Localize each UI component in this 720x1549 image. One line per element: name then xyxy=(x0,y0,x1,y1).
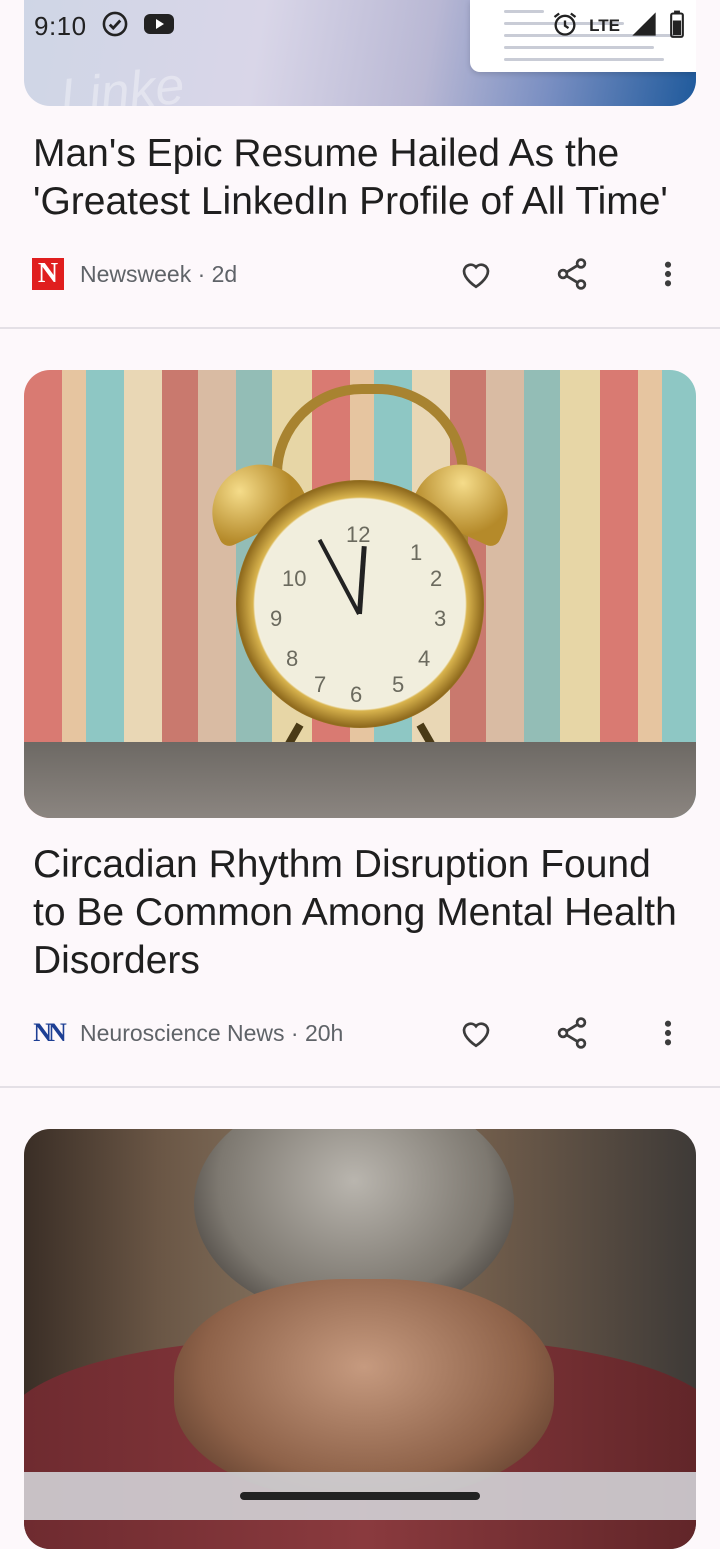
more-vert-icon[interactable] xyxy=(648,254,688,294)
divider xyxy=(0,1086,720,1088)
status-bar: 9:10 LTE xyxy=(0,0,720,52)
article-meta: NN Neuroscience News · 20h xyxy=(32,1013,688,1053)
youtube-icon xyxy=(143,12,175,41)
divider xyxy=(0,327,720,329)
alarm-icon xyxy=(551,10,579,43)
source-label[interactable]: Neuroscience News · 20h xyxy=(80,1020,343,1047)
neuroscience-news-logo: NN xyxy=(33,1018,67,1047)
signal-icon xyxy=(630,10,658,43)
linkedin-blurred-graphic: Linke xyxy=(57,56,188,106)
battery-icon xyxy=(668,10,686,43)
newsweek-logo: N xyxy=(32,258,64,290)
heart-icon[interactable] xyxy=(456,254,496,294)
home-gesture-handle[interactable] xyxy=(240,1492,480,1500)
article-headline[interactable]: Circadian Rhythm Disruption Found to Be … xyxy=(33,841,693,985)
article-meta: N Newsweek · 2d xyxy=(32,254,688,294)
more-vert-icon[interactable] xyxy=(648,1013,688,1053)
share-icon[interactable] xyxy=(552,1013,592,1053)
alarm-clock-image[interactable]: 12 1 2 3 4 5 6 7 8 9 10 xyxy=(24,370,696,818)
share-icon[interactable] xyxy=(552,254,592,294)
heart-icon[interactable] xyxy=(456,1013,496,1053)
network-type: LTE xyxy=(589,16,620,35)
article-headline[interactable]: Man's Epic Resume Hailed As the 'Greates… xyxy=(33,130,693,226)
check-circle-icon xyxy=(101,10,129,43)
source-label[interactable]: Newsweek · 2d xyxy=(80,261,237,288)
status-time: 9:10 xyxy=(34,10,87,41)
